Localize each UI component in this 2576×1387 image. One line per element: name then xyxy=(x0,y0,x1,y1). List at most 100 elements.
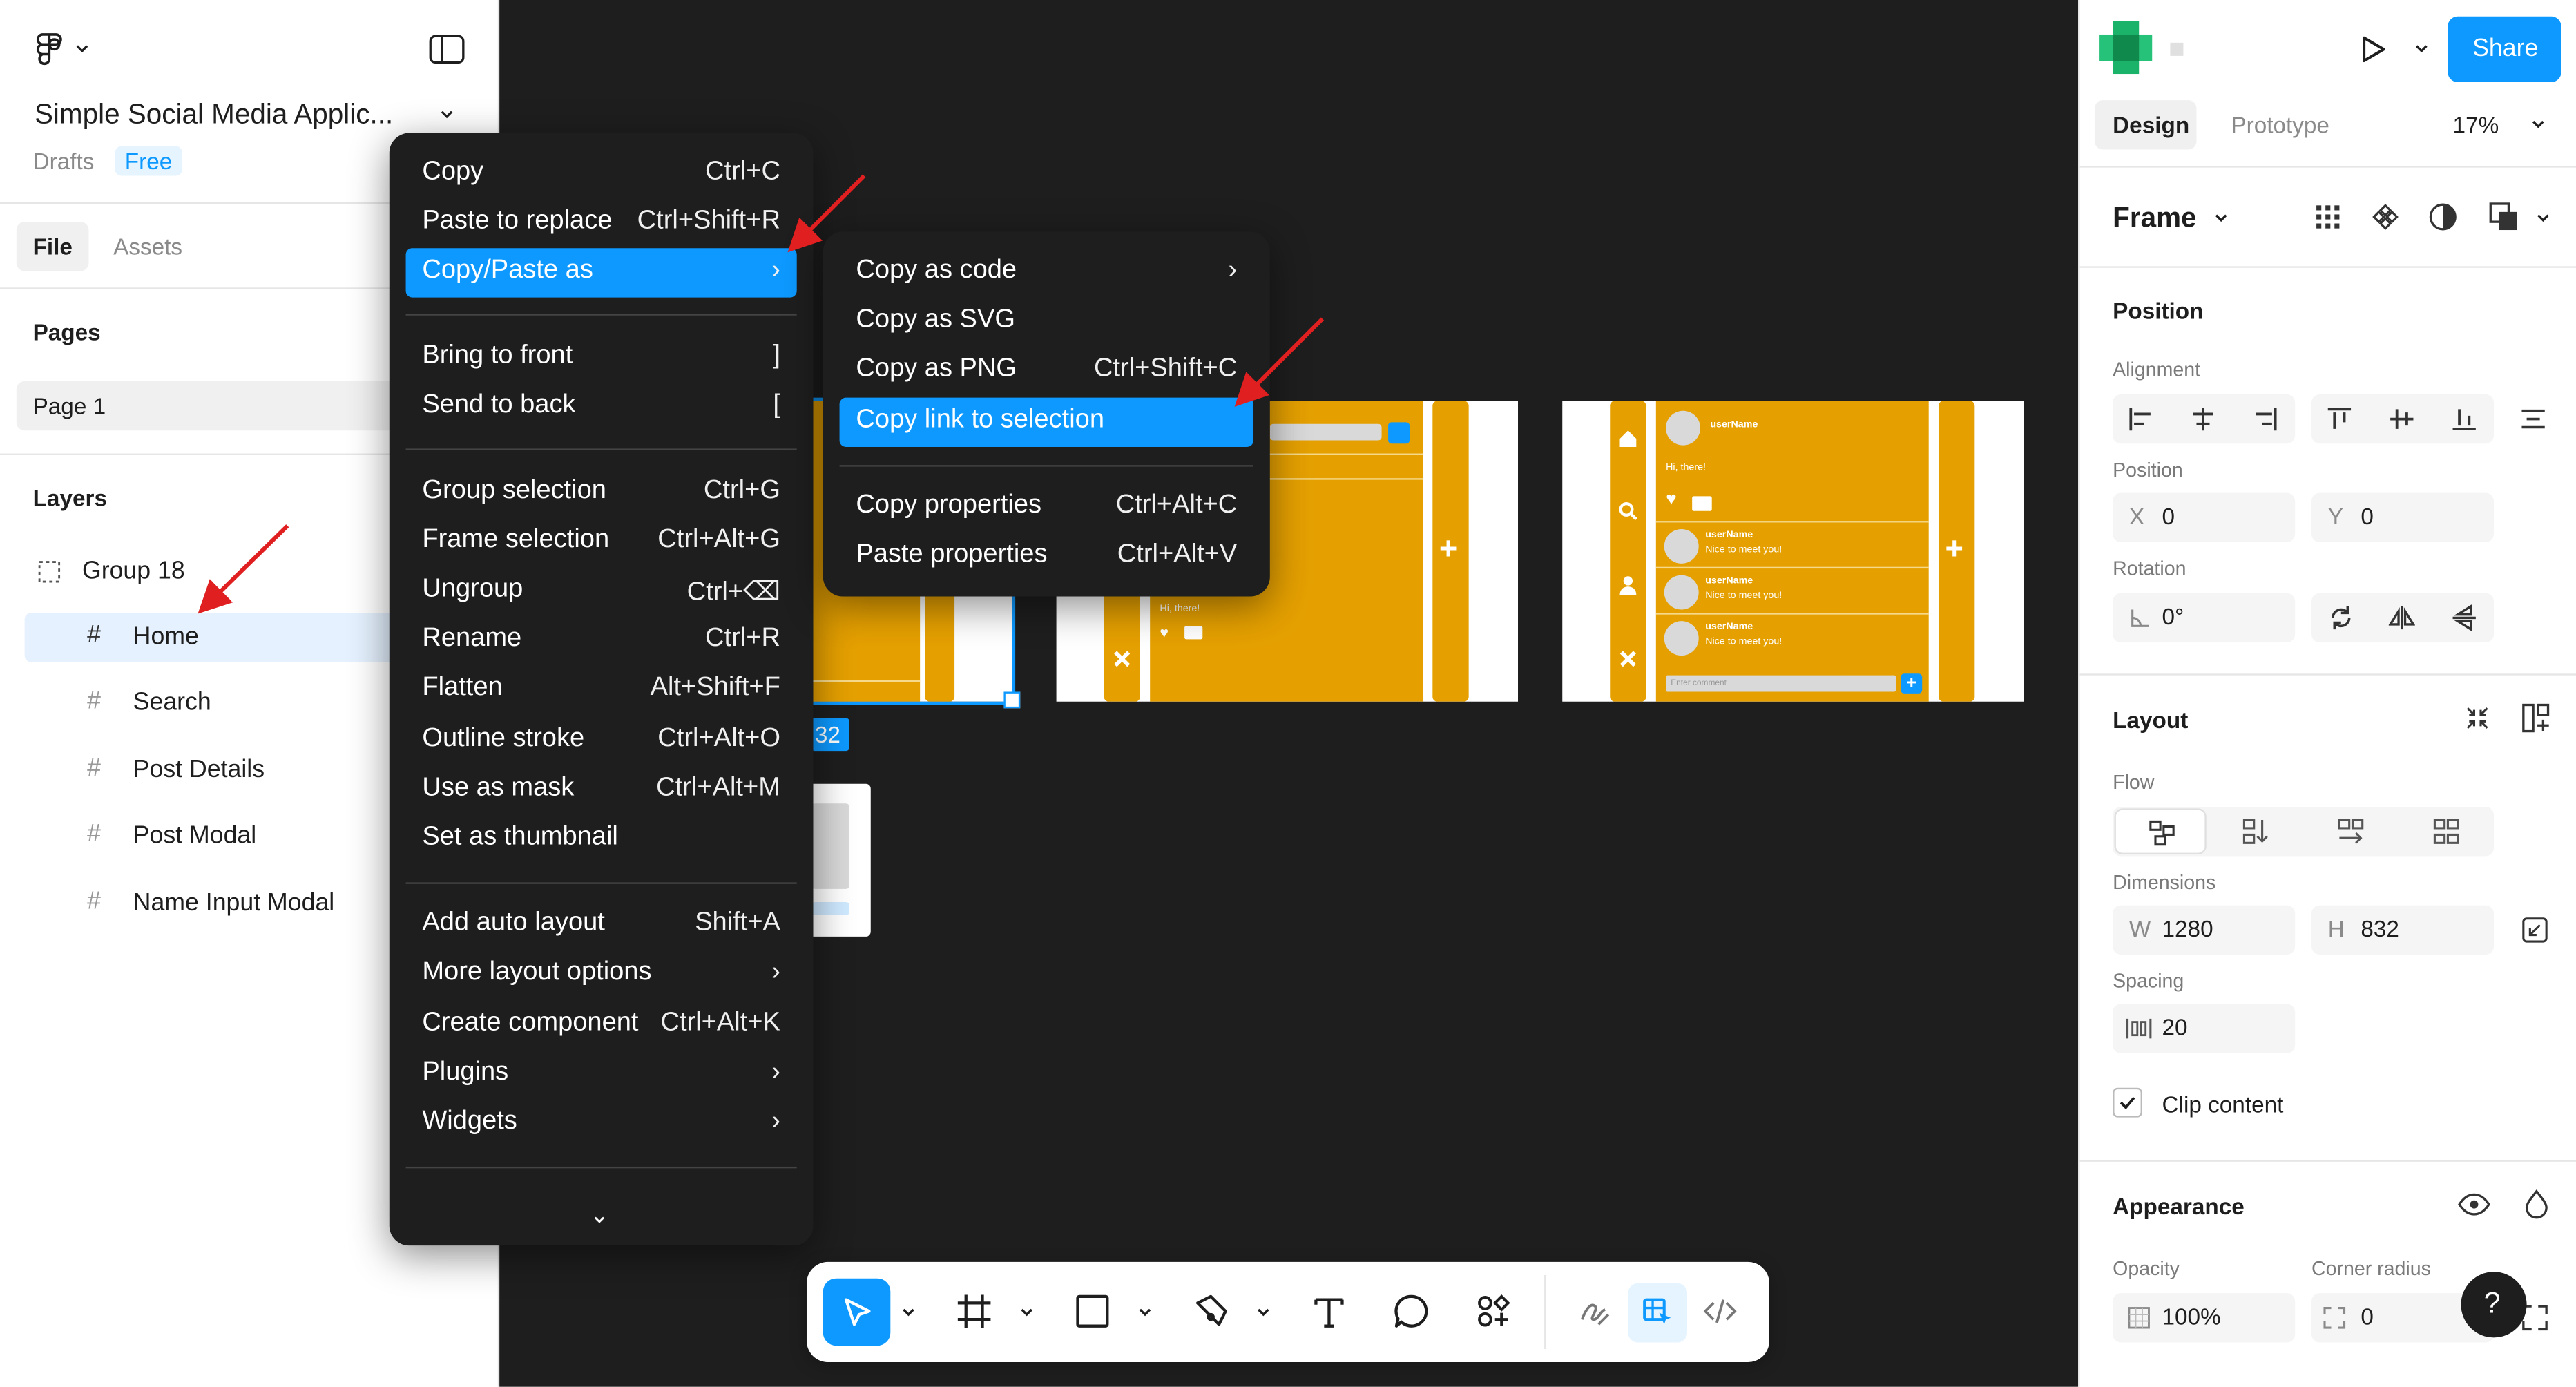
frame-icon: # xyxy=(87,887,101,915)
pen-tool-icon[interactable] xyxy=(1193,1293,1229,1329)
x-field[interactable]: X0 xyxy=(2113,492,2296,543)
drafts-link[interactable]: Drafts xyxy=(33,148,95,174)
menu-item-widgets[interactable]: Widgets › xyxy=(406,1099,797,1148)
menu-item-send-to-back[interactable]: Send to back [ xyxy=(406,383,797,432)
chevron-down-icon[interactable] xyxy=(1137,1306,1153,1319)
vertical-flow-icon[interactable] xyxy=(2242,819,2269,845)
tab-file-label: File xyxy=(32,233,73,260)
menu-item-ungroup[interactable]: Ungroup Ctrl+⌫ xyxy=(406,567,797,616)
submenu-item-copy-properties[interactable]: Copy properties Ctrl+Alt+C xyxy=(840,483,1253,532)
zoom-level[interactable]: 17% xyxy=(2453,112,2499,138)
resize-handle[interactable] xyxy=(1003,691,1021,709)
chevron-down-icon[interactable] xyxy=(1255,1306,1271,1319)
height-field[interactable]: H 832 xyxy=(2311,905,2495,955)
tab-prototype[interactable]: Prototype xyxy=(2231,112,2329,138)
project-title[interactable]: Simple Social Media Applic... xyxy=(35,99,393,132)
design-mode-icon xyxy=(1643,1298,1671,1325)
rectangle-tool-icon[interactable] xyxy=(1075,1293,1111,1329)
chevron-down-icon[interactable] xyxy=(901,1306,917,1319)
submenu-item-paste-properties[interactable]: Paste properties Ctrl+Alt+V xyxy=(840,533,1253,582)
chevron-down-icon[interactable] xyxy=(1019,1306,1035,1319)
align-bottom-icon[interactable] xyxy=(2451,406,2477,432)
submenu-item-copy-as-png[interactable]: Copy as PNG Ctrl+Shift+C xyxy=(840,347,1253,396)
resize-to-fit-icon[interactable] xyxy=(2521,917,2548,943)
menu-item-set-as-thumbnail[interactable]: Set as thumbnail xyxy=(406,815,797,864)
dev-mode-icon[interactable] xyxy=(1703,1294,1737,1328)
flip-vertical-icon[interactable] xyxy=(2451,604,2477,631)
design-mode-button[interactable] xyxy=(1628,1283,1688,1343)
avatar[interactable] xyxy=(2099,21,2153,75)
tab-file[interactable]: File xyxy=(16,222,89,271)
horizontal-flow-icon[interactable] xyxy=(2338,819,2364,845)
clip-content-checkbox[interactable] xyxy=(2113,1087,2142,1118)
menu-item-create-component[interactable]: Create component Ctrl+Alt+K xyxy=(406,1001,797,1050)
width-field[interactable]: W 1280 xyxy=(2113,905,2296,955)
menu-item-flatten[interactable]: Flatten Alt+Shift+F xyxy=(406,665,797,714)
menu-item-add-auto-layout[interactable]: Add auto layout Shift+A xyxy=(406,901,797,950)
draw-mode-icon[interactable] xyxy=(1579,1294,1612,1328)
chevron-down-icon[interactable] xyxy=(2413,43,2430,56)
frame-type-label[interactable]: Frame xyxy=(2113,202,2196,236)
align-middle-icon[interactable] xyxy=(2389,406,2415,432)
distribute-icon[interactable] xyxy=(2520,406,2546,432)
blend-mode-icon[interactable] xyxy=(2524,1189,2550,1219)
eye-icon[interactable] xyxy=(2458,1192,2491,1218)
flip-horizontal-icon[interactable] xyxy=(2388,604,2415,631)
align-right-icon[interactable] xyxy=(2252,406,2278,432)
menu-item-more-layout-options[interactable]: More layout options › xyxy=(406,950,797,999)
menu-item-outline-stroke[interactable]: Outline stroke Ctrl+Alt+O xyxy=(406,716,797,765)
menu-item-use-as-mask[interactable]: Use as mask Ctrl+Alt+M xyxy=(406,766,797,815)
align-left-icon[interactable] xyxy=(2128,406,2154,432)
menu-item-paste-to-replace[interactable]: Paste to replace Ctrl+Shift+R xyxy=(406,199,797,248)
menu-item-frame-selection[interactable]: Frame selection Ctrl+Alt+G xyxy=(406,517,797,566)
height-field-value: 832 xyxy=(2361,915,2399,942)
menu-item-bring-to-front[interactable]: Bring to front] xyxy=(406,334,797,383)
menu-item-group-selection[interactable]: Group selection Ctrl+G xyxy=(406,468,797,517)
frame-feed[interactable]: userName Hi, there! ♥ userName Nice to m… xyxy=(1562,401,2024,702)
grid-icon[interactable] xyxy=(2315,204,2341,230)
text-tool-icon[interactable] xyxy=(1311,1293,1347,1329)
submenu-item-copy-as-svg[interactable]: Copy as SVG xyxy=(840,298,1253,347)
submenu-item-copy-as-code[interactable]: Copy as code › xyxy=(840,248,1253,297)
tab-design[interactable]: Design xyxy=(2094,100,2197,150)
tab-assets[interactable]: Assets xyxy=(113,233,182,260)
figma-logo-icon[interactable] xyxy=(33,33,66,69)
grid-flow-icon[interactable] xyxy=(2433,819,2459,845)
rotate-icon[interactable] xyxy=(2328,604,2354,631)
y-field[interactable]: Y0 xyxy=(2311,492,2495,543)
boolean-icon[interactable] xyxy=(2489,202,2519,232)
sidebar-toggle-icon[interactable] xyxy=(429,35,465,64)
collapse-layout-icon[interactable] xyxy=(2464,705,2490,731)
chevron-down-icon[interactable]: ⌄ xyxy=(590,1201,609,1229)
comment-tool-icon[interactable] xyxy=(1393,1293,1429,1329)
rotation-field[interactable]: 0° xyxy=(2113,593,2296,643)
submenu-item-copy-link-to-selection[interactable]: Copy link to selection xyxy=(839,397,1254,448)
menu-item-copy[interactable]: Copy Ctrl+C xyxy=(406,149,797,198)
play-icon[interactable] xyxy=(2356,33,2389,66)
chevron-down-icon[interactable] xyxy=(2213,212,2229,225)
help-button[interactable]: ? xyxy=(2461,1272,2527,1338)
menu-item-copy-paste-as[interactable]: Copy/Paste as › xyxy=(405,248,797,298)
share-button[interactable]: Share xyxy=(2448,16,2561,82)
menu-item-rename[interactable]: Rename Ctrl+R xyxy=(406,616,797,665)
layer-label: Search xyxy=(133,688,211,717)
chevron-down-icon[interactable] xyxy=(74,43,90,56)
mask-icon[interactable] xyxy=(2428,202,2458,232)
chevron-down-icon[interactable] xyxy=(439,108,455,122)
comment-input-placeholder: Enter comment xyxy=(1671,678,1727,689)
flow-freeform-button[interactable] xyxy=(2114,808,2207,854)
menu-item-plugins[interactable]: Plugins › xyxy=(406,1050,797,1099)
actions-icon[interactable] xyxy=(1475,1293,1511,1329)
spacing-field[interactable]: 20 xyxy=(2113,1004,2296,1053)
frame-tool-icon[interactable] xyxy=(956,1293,992,1329)
chevron-down-icon[interactable] xyxy=(2530,118,2546,131)
add-auto-layout-icon[interactable] xyxy=(2521,703,2551,733)
menu-item-label: Copy as PNG xyxy=(856,354,1017,383)
align-center-horizontal-icon[interactable] xyxy=(2190,406,2216,432)
chevron-down-icon[interactable] xyxy=(2535,212,2551,225)
opacity-field[interactable]: 100% xyxy=(2113,1293,2296,1343)
menu-item-label: More layout options xyxy=(422,957,652,986)
move-tool-button[interactable] xyxy=(823,1278,891,1346)
component-icon[interactable] xyxy=(2372,204,2399,230)
align-top-icon[interactable] xyxy=(2326,406,2352,432)
